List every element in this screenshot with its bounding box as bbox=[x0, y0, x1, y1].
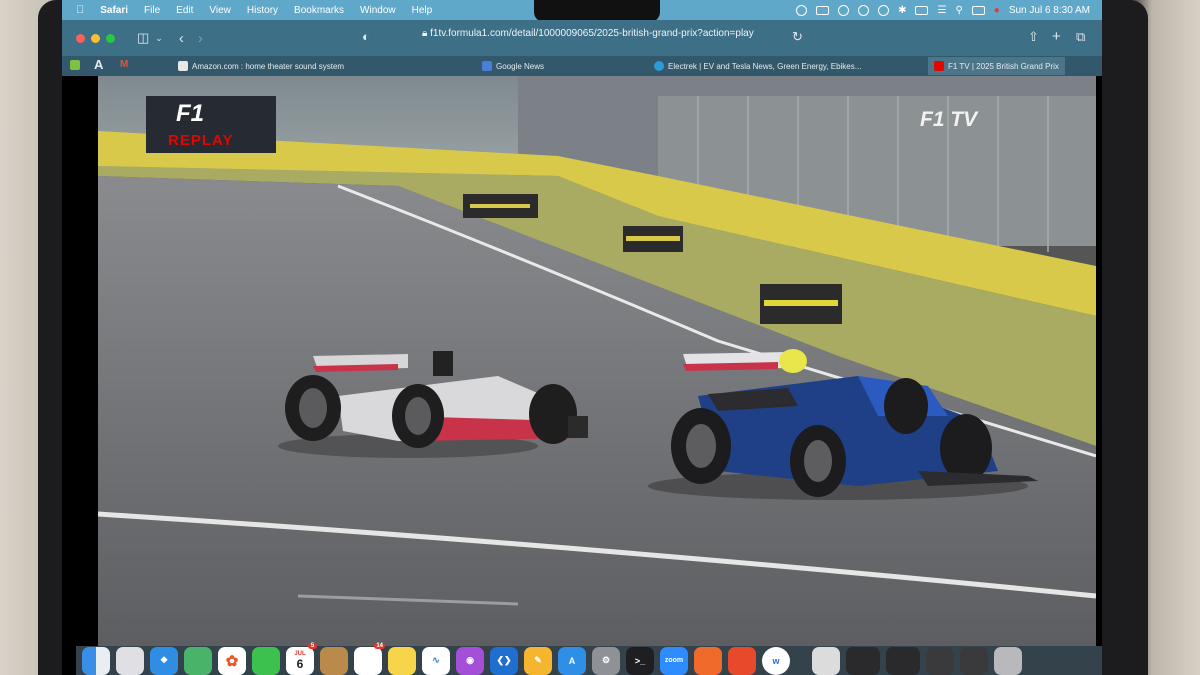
forward-button[interactable]: › bbox=[198, 30, 203, 47]
laptop-screen:  Safari File Edit View History Bookmark… bbox=[62, 0, 1102, 675]
menubar-datetime[interactable]: Sun Jul 6 8:30 AM bbox=[1009, 5, 1090, 16]
app-menu[interactable]: Safari bbox=[100, 5, 128, 16]
menu-bookmarks[interactable]: Bookmarks bbox=[294, 5, 344, 16]
contacts-icon[interactable] bbox=[320, 646, 348, 675]
tab-f1tv-active[interactable]: F1 TV | 2025 British Grand Prix bbox=[928, 57, 1065, 75]
finder-icon[interactable] bbox=[82, 646, 110, 675]
video-player[interactable]: F1 REPLAY F1 TV bbox=[98, 76, 1096, 646]
race-footage bbox=[98, 76, 1096, 646]
app-store-icon[interactable]: A bbox=[558, 646, 586, 675]
menu-history[interactable]: History bbox=[247, 5, 278, 16]
tab-electrek[interactable]: Electrek | EV and Tesla News, Green Ener… bbox=[654, 59, 861, 73]
back-button[interactable]: ‹ bbox=[179, 30, 184, 47]
minimized-window-3[interactable] bbox=[926, 646, 954, 675]
maps-icon[interactable] bbox=[184, 646, 212, 675]
tab-amazon[interactable]: Amazon.com : home theater sound system bbox=[178, 59, 344, 73]
menu-window[interactable]: Window bbox=[360, 5, 396, 16]
tab-label: F1 TV | 2025 British Grand Prix bbox=[948, 61, 1059, 71]
notes-icon[interactable] bbox=[388, 646, 416, 675]
f1tv-favicon-icon bbox=[934, 61, 944, 71]
pages-icon[interactable]: ✎ bbox=[524, 646, 552, 675]
minimized-window-node[interactable] bbox=[846, 646, 880, 675]
camera-notch bbox=[534, 0, 660, 22]
photos-icon[interactable]: ✿ bbox=[218, 646, 246, 675]
safari-icon[interactable]: ❖ bbox=[150, 646, 178, 675]
tab-label: Google News bbox=[496, 61, 545, 71]
replay-logo: F1 REPLAY bbox=[146, 96, 276, 153]
reminders-badge: 14 bbox=[374, 642, 385, 649]
terminal-label: >_ bbox=[634, 655, 646, 666]
wifi-icon[interactable]: ☰ bbox=[937, 5, 946, 16]
status-area: ✱ ☰ ⚲ ● Sun Jul 6 8:30 AM bbox=[796, 0, 1090, 20]
calendar-badge: 5 bbox=[308, 642, 317, 649]
terminal-icon[interactable]: >_ bbox=[626, 646, 654, 675]
replay-logo-f1: F1 bbox=[176, 100, 205, 127]
privacy-shield-icon[interactable]: ◐ bbox=[362, 29, 370, 44]
minimize-window-button[interactable] bbox=[91, 33, 100, 43]
replay-logo-text: REPLAY bbox=[168, 132, 234, 149]
zoom-window-button[interactable] bbox=[106, 33, 115, 43]
bookmark-icon-a[interactable]: A bbox=[94, 57, 103, 72]
address-bar-url: f1tv.formula1.com/detail/1000009065/2025… bbox=[430, 28, 754, 39]
google-news-favicon-icon bbox=[482, 61, 492, 71]
account-icon[interactable] bbox=[878, 4, 890, 16]
calendar-day: 6 bbox=[296, 656, 304, 671]
swift-playgrounds-icon[interactable] bbox=[694, 646, 722, 675]
tab-overview-icon[interactable]: ⧉ bbox=[1076, 29, 1085, 45]
search-icon[interactable]: ⚲ bbox=[955, 5, 962, 16]
reminders-icon[interactable]: 14 bbox=[354, 642, 385, 675]
play-icon[interactable] bbox=[838, 4, 850, 16]
lock-icon: 🔒︎ bbox=[422, 28, 431, 39]
notification-dot-icon[interactable]: ● bbox=[994, 5, 1000, 16]
new-tab-button[interactable]: + bbox=[1052, 28, 1061, 45]
amazon-favicon-icon bbox=[178, 61, 188, 71]
control-center-icon[interactable] bbox=[971, 5, 985, 15]
tab-label: Amazon.com : home theater sound system bbox=[192, 61, 345, 71]
macos-dock: ❖ ✿ JUL 6 5 14 ∿ ◉ ❮❯ ✎ A ⚙ >_ zoom w bbox=[76, 642, 1102, 675]
address-bar[interactable]: 🔒︎ f1tv.formula1.com/detail/1000009065/2… bbox=[422, 28, 802, 39]
vscode-icon[interactable]: ❮❯ bbox=[490, 646, 518, 675]
facetime-icon[interactable] bbox=[252, 646, 280, 675]
system-settings-icon[interactable]: ⚙ bbox=[592, 646, 620, 675]
recent-document-icon[interactable] bbox=[812, 646, 840, 675]
tab-google-news[interactable]: Google News bbox=[482, 59, 544, 73]
menu-view[interactable]: View bbox=[209, 5, 231, 16]
webex-icon[interactable]: w bbox=[762, 646, 790, 675]
zoom-app-icon[interactable]: zoom bbox=[660, 646, 688, 675]
launchpad-icon[interactable] bbox=[116, 646, 144, 675]
share-icon[interactable]: ⇧ bbox=[1028, 29, 1039, 45]
zoom-label: zoom bbox=[664, 657, 684, 664]
status-icon-circle[interactable] bbox=[796, 4, 808, 16]
apple-menu-icon[interactable]:  bbox=[76, 4, 84, 16]
menu-edit[interactable]: Edit bbox=[176, 5, 193, 16]
menu-help[interactable]: Help bbox=[412, 5, 433, 16]
minimized-window-4[interactable] bbox=[960, 646, 988, 675]
tab-label: Electrek | EV and Tesla News, Green Ener… bbox=[668, 61, 862, 71]
trash-icon[interactable] bbox=[994, 646, 1022, 675]
freeform-icon[interactable]: ∿ bbox=[422, 646, 450, 675]
sidebar-toggle-icon[interactable]: ◫ bbox=[137, 30, 149, 46]
user-icon[interactable] bbox=[858, 4, 870, 16]
menu-file[interactable]: File bbox=[144, 5, 160, 16]
distance-board-1-stripe bbox=[470, 204, 530, 208]
bookmark-icon-1[interactable] bbox=[70, 60, 80, 70]
git-client-icon[interactable] bbox=[728, 646, 756, 675]
distance-board-2-stripe bbox=[626, 236, 680, 241]
gmail-icon[interactable]: M bbox=[120, 59, 128, 70]
podcasts-icon[interactable]: ◉ bbox=[456, 646, 484, 675]
tab-bar: A M Amazon.com : home theater sound syst… bbox=[62, 56, 1102, 76]
bluetooth-icon[interactable]: ✱ bbox=[898, 5, 906, 16]
distance-board-3-stripe bbox=[764, 300, 838, 306]
minimized-window-2[interactable] bbox=[886, 646, 920, 675]
calendar-icon[interactable]: JUL 6 5 bbox=[286, 642, 317, 675]
close-window-button[interactable] bbox=[76, 33, 85, 43]
status-icon-app[interactable] bbox=[816, 5, 830, 15]
battery-icon[interactable] bbox=[915, 5, 929, 15]
electrek-favicon-icon bbox=[654, 61, 664, 71]
f1tv-watermark: F1 TV bbox=[920, 108, 978, 131]
chevron-down-icon[interactable]: ⌄ bbox=[155, 33, 163, 44]
